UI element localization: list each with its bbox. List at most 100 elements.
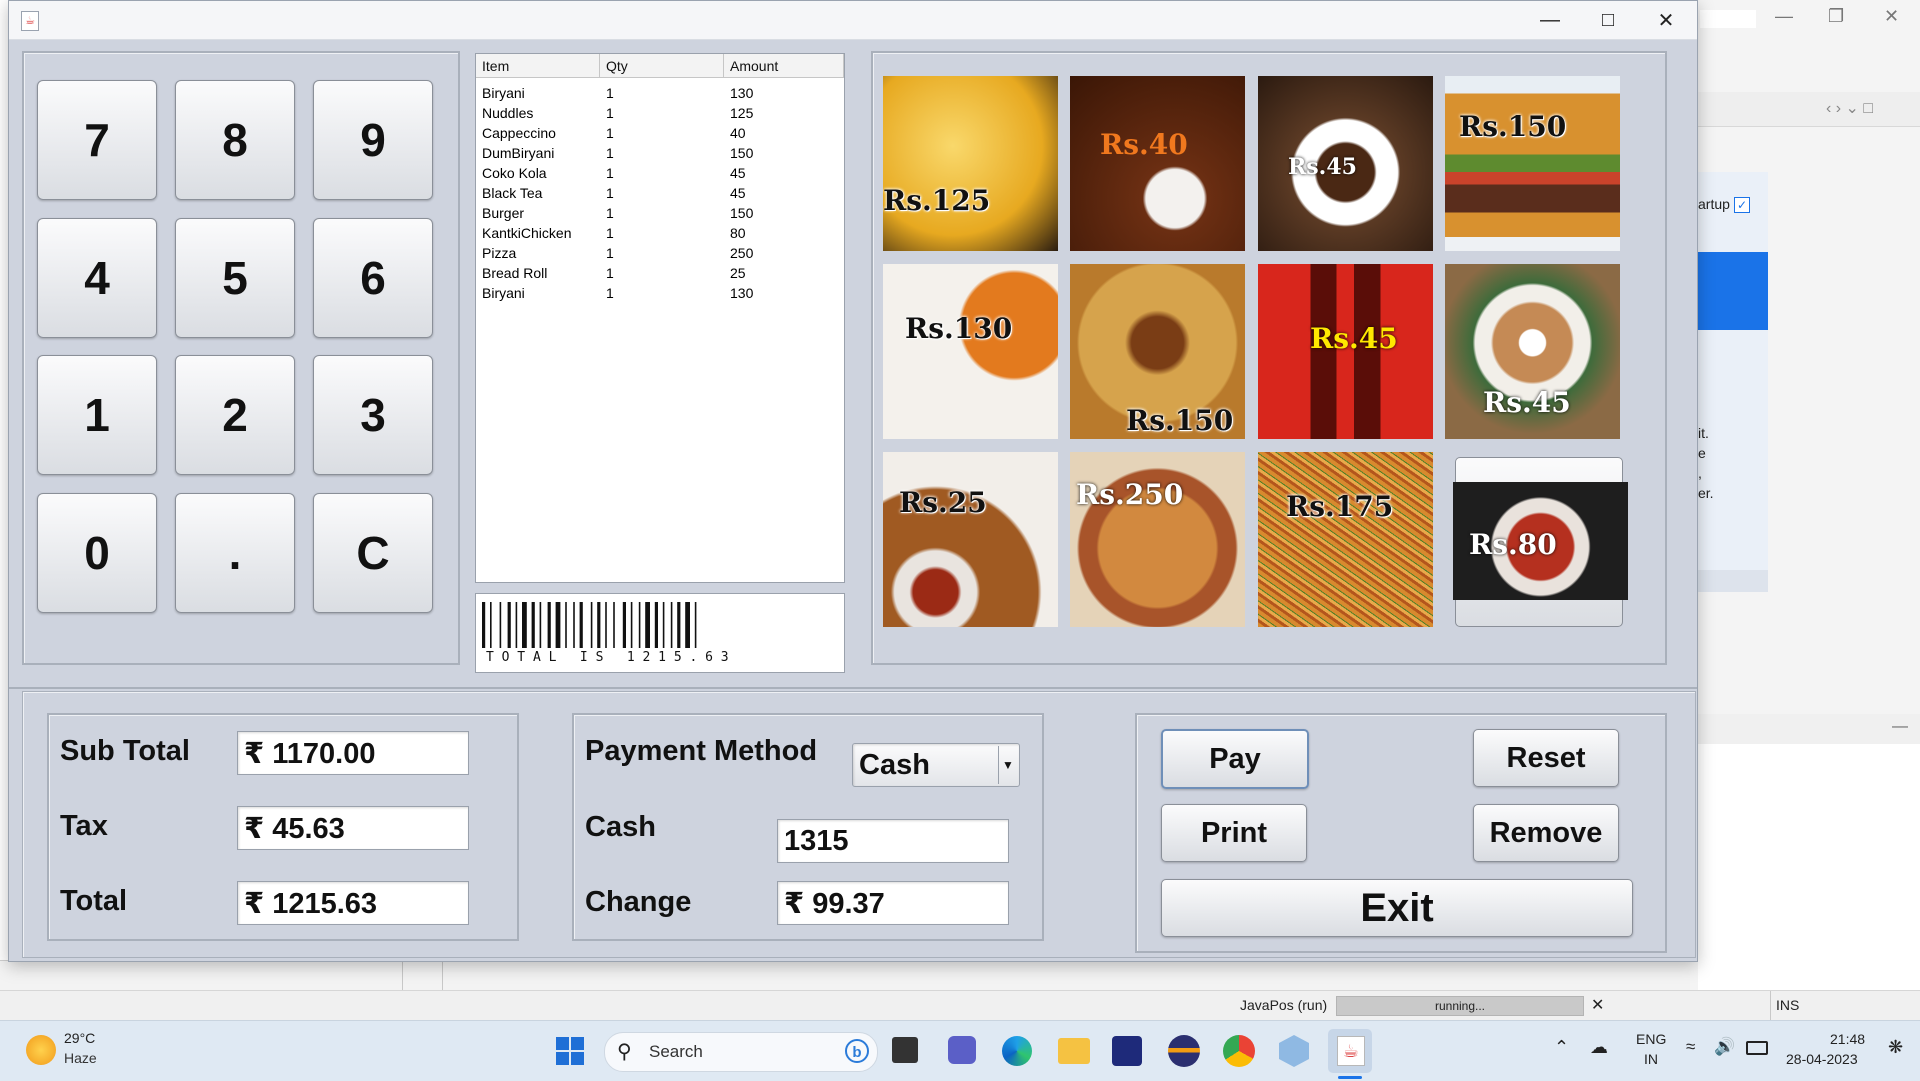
payment-method-select[interactable]: Cash ▼	[852, 743, 1020, 787]
cell-amount: 125	[730, 105, 754, 121]
table-row[interactable]: Bread Roll 1 25	[476, 263, 842, 283]
edge-browser-icon[interactable]	[1002, 1036, 1032, 1066]
reset-button[interactable]: Reset	[1473, 729, 1619, 787]
key-3[interactable]: 3	[313, 355, 433, 475]
close-button[interactable]: ✕	[1637, 1, 1695, 39]
remove-button[interactable]: Remove	[1473, 804, 1619, 862]
cola-bottles-image[interactable]: Rs.45	[1258, 264, 1433, 439]
bg-restore-icon[interactable]: ❐	[1828, 6, 1844, 27]
bg-highlight	[1698, 252, 1768, 330]
volume-icon[interactable]: 🔊	[1714, 1037, 1735, 1057]
wifi-icon[interactable]: ≈	[1686, 1037, 1695, 1057]
key-1[interactable]: 1	[37, 355, 157, 475]
key-2[interactable]: 2	[175, 355, 295, 475]
status-progress-bar: running...	[1336, 996, 1584, 1016]
file-explorer-icon[interactable]	[1058, 1038, 1090, 1064]
bg-minimize-icon[interactable]: —	[1775, 6, 1793, 27]
biryani-plate-image[interactable]: Rs.130	[883, 264, 1058, 439]
stop-process-icon[interactable]: ✕	[1591, 995, 1604, 1015]
key-decimal[interactable]: .	[175, 493, 295, 613]
start-menu-icon[interactable]	[556, 1037, 584, 1065]
key-9[interactable]: 9	[313, 80, 433, 200]
key-4[interactable]: 4	[37, 218, 157, 338]
netbeans-icon[interactable]	[1279, 1035, 1309, 1067]
table-row[interactable]: Coko Kola 1 45	[476, 163, 842, 183]
change-field[interactable]: ₹ 99.37	[777, 881, 1009, 925]
eclipse-icon[interactable]	[1168, 1035, 1200, 1067]
hakka-noodles-image[interactable]: Rs.175	[1258, 452, 1433, 627]
task-view-icon[interactable]	[892, 1037, 918, 1063]
key-5[interactable]: 5	[175, 218, 295, 338]
column-header-amount[interactable]: Amount	[724, 54, 844, 78]
weather-sun-icon[interactable]	[26, 1035, 56, 1065]
bg-text-3: ,	[1698, 465, 1702, 481]
status-progress-text: running...	[1434, 999, 1486, 1013]
weather-temp[interactable]: 29°C	[64, 1030, 95, 1046]
bread-roll-image[interactable]: Rs.25	[883, 452, 1058, 627]
noodles-image[interactable]: Rs.125	[883, 76, 1058, 251]
table-row[interactable]: KantkiChicken 1 80	[476, 223, 842, 243]
payment-method-label: Payment Method	[585, 735, 818, 767]
table-row[interactable]: Biryani 1 130	[476, 83, 842, 103]
table-row[interactable]: DumBiryani 1 150	[476, 143, 842, 163]
bg-text-1: it.	[1698, 425, 1709, 441]
bg-lower-minimize-icon[interactable]: —	[1892, 718, 1908, 736]
total-field[interactable]: ₹ 1215.63	[237, 881, 469, 925]
price-label: Rs.45	[1310, 322, 1398, 355]
column-header-qty[interactable]: Qty	[600, 54, 724, 78]
language-code[interactable]: ENG	[1636, 1031, 1666, 1047]
dum-biryani-image[interactable]: Rs.150	[1070, 264, 1245, 439]
bg-close-icon[interactable]: ✕	[1884, 6, 1899, 27]
burger-image[interactable]: Rs.150	[1445, 76, 1620, 251]
chrome-icon[interactable]	[1223, 1035, 1255, 1067]
cell-amount: 150	[730, 145, 754, 161]
maximize-button[interactable]: □	[1579, 1, 1637, 39]
java-app-active[interactable]: ☕	[1328, 1029, 1372, 1073]
key-0[interactable]: 0	[37, 493, 157, 613]
bing-icon[interactable]: b	[845, 1039, 869, 1063]
pizza-image[interactable]: Rs.250	[1070, 452, 1245, 627]
table-row[interactable]: Pizza 1 250	[476, 243, 842, 263]
notification-bell-icon[interactable]: ❋	[1888, 1037, 1903, 1058]
onedrive-cloud-icon[interactable]: ☁	[1590, 1037, 1608, 1058]
table-row[interactable]: Cappeccino 1 40	[476, 123, 842, 143]
cell-amount: 25	[730, 265, 746, 281]
exit-button[interactable]: Exit	[1161, 879, 1633, 937]
tax-field[interactable]: ₹ 45.63	[237, 806, 469, 850]
chicken-item-button[interactable]: Rs.80	[1453, 457, 1628, 627]
teams-chat-icon[interactable]	[948, 1036, 976, 1064]
bg-nav-arrows-icon[interactable]: ‹ › ⌄ □	[1826, 98, 1873, 118]
key-6[interactable]: 6	[313, 218, 433, 338]
table-row[interactable]: Biryani 1 130	[476, 283, 842, 303]
key-8[interactable]: 8	[175, 80, 295, 200]
battery-icon[interactable]	[1746, 1041, 1768, 1055]
subtotal-field[interactable]: ₹ 1170.00	[237, 731, 469, 775]
cappuccino-image[interactable]: Rs.45	[1445, 264, 1620, 439]
bg-checkbox-icon[interactable]: ✓	[1734, 197, 1750, 213]
cell-qty: 1	[606, 265, 614, 281]
table-row[interactable]: Burger 1 150	[476, 203, 842, 223]
print-button[interactable]: Print	[1161, 804, 1307, 862]
taskbar-search-box[interactable]: ⚲ Search b	[604, 1032, 878, 1072]
column-header-item[interactable]: Item	[476, 54, 600, 78]
tea-cup-image[interactable]: Rs.40	[1070, 76, 1245, 251]
coffee-cup-image[interactable]: Rs.45	[1258, 76, 1433, 251]
minimize-button[interactable]: —	[1521, 1, 1579, 39]
order-table[interactable]: Item Qty Amount Biryani 1 130 Nuddles 1 125 Ca…	[475, 53, 845, 583]
table-row[interactable]: Nuddles 1 125	[476, 103, 842, 123]
weather-desc[interactable]: Haze	[64, 1050, 97, 1066]
language-region[interactable]: IN	[1644, 1051, 1658, 1067]
price-label: Rs.45	[1288, 154, 1357, 180]
key-clear[interactable]: C	[313, 493, 433, 613]
key-7[interactable]: 7	[37, 80, 157, 200]
chevron-down-icon[interactable]: ▼	[998, 746, 1017, 784]
vscode-icon[interactable]	[1112, 1036, 1142, 1066]
show-hidden-icons-icon[interactable]: ⌃	[1554, 1037, 1569, 1058]
clock-time[interactable]: 21:48	[1830, 1031, 1865, 1047]
pay-button[interactable]: Pay	[1161, 729, 1309, 789]
cash-input[interactable]: 1315	[777, 819, 1009, 863]
table-row[interactable]: Black Tea 1 45	[476, 183, 842, 203]
cell-item: DumBiryani	[482, 145, 555, 161]
bg-divider	[402, 960, 403, 990]
clock-date[interactable]: 28-04-2023	[1786, 1051, 1858, 1067]
